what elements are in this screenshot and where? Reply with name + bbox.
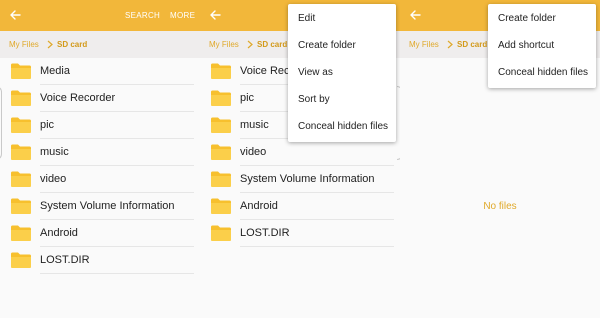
folder-name: music <box>40 146 69 158</box>
folder-icon <box>211 117 231 133</box>
folder-icon <box>211 171 231 187</box>
folder-row[interactable]: System Volume Information <box>200 166 400 193</box>
folder-icon <box>11 63 31 79</box>
folder-icon <box>11 225 31 241</box>
back-arrow-icon[interactable] <box>208 8 222 22</box>
folder-name: LOST.DIR <box>40 254 90 266</box>
folder-icon <box>211 90 231 106</box>
folder-row[interactable]: LOST.DIR <box>0 247 200 274</box>
folder-row[interactable]: pic <box>0 112 200 139</box>
folder-icon <box>11 90 31 106</box>
folder-row[interactable]: video <box>200 139 400 166</box>
menu-item[interactable]: Conceal hidden files <box>288 113 396 140</box>
menu-item-label: Conceal hidden files <box>298 121 389 132</box>
breadcrumb-my-files[interactable]: My Files <box>9 40 39 49</box>
folder-row[interactable]: LOST.DIR <box>200 220 400 247</box>
folder-name: Android <box>40 227 78 239</box>
folder-name: LOST.DIR <box>240 227 290 239</box>
folder-name: Voice Recorder <box>40 92 116 104</box>
screens: SEARCH MORE My Files SD card Media Voice … <box>0 0 600 318</box>
screen-file-list: SEARCH MORE My Files SD card Media Voice … <box>0 0 200 318</box>
folder-icon <box>11 198 31 214</box>
folder-name: music <box>240 119 269 131</box>
overflow-menu: Create folder Add shortcut Conceal hidden … <box>488 4 596 88</box>
row-divider <box>40 273 194 274</box>
menu-item-label: View as <box>298 67 333 78</box>
app-bar: SEARCH MORE <box>0 0 200 31</box>
folder-row[interactable]: System Volume Information <box>0 193 200 220</box>
screen-more-menu: My Files SD card Voice Recorder pic music v… <box>200 0 403 318</box>
overflow-menu: Edit Create folder View as Sort by Conceal h… <box>288 4 396 142</box>
menu-item[interactable]: Edit <box>288 5 396 32</box>
folder-row[interactable]: music <box>0 139 200 166</box>
back-arrow-icon[interactable] <box>408 8 422 22</box>
empty-state-text: No files <box>483 201 517 212</box>
folder-row[interactable]: Android <box>0 220 200 247</box>
folder-icon <box>211 225 231 241</box>
folder-row[interactable]: video <box>0 166 200 193</box>
folder-name: Media <box>40 65 70 77</box>
folder-icon <box>11 171 31 187</box>
menu-item[interactable]: Add shortcut <box>488 32 596 59</box>
search-button[interactable]: SEARCH <box>125 11 160 20</box>
menu-item[interactable]: View as <box>288 59 396 86</box>
folder-name: video <box>240 146 267 158</box>
folder-icon <box>211 198 231 214</box>
folder-row[interactable]: Media <box>0 58 200 85</box>
folder-row[interactable]: Voice Recorder <box>0 85 200 112</box>
folder-icon <box>211 63 231 79</box>
folder-icon <box>11 252 31 268</box>
folder-name: pic <box>240 92 255 104</box>
menu-item[interactable]: Create folder <box>488 5 596 32</box>
folder-icon <box>11 117 31 133</box>
menu-item[interactable]: Conceal hidden files <box>488 59 596 86</box>
breadcrumb-sd-card[interactable]: SD card <box>457 40 487 49</box>
menu-item-label: Create folder <box>298 40 356 51</box>
scroll-edge-indicator <box>0 86 2 160</box>
row-divider <box>240 246 394 247</box>
folder-name: pic <box>40 119 55 131</box>
screen-empty-folder: My Files SD card No files Create folder A… <box>400 0 600 318</box>
menu-item-label: Sort by <box>298 94 330 105</box>
chevron-right-icon <box>247 40 253 49</box>
folder-name: System Volume Information <box>240 173 375 185</box>
more-button[interactable]: MORE <box>170 11 195 20</box>
folder-name: Android <box>240 200 278 212</box>
menu-item-label: Create folder <box>498 13 556 24</box>
breadcrumb: My Files SD card <box>0 31 200 58</box>
breadcrumb-sd-card[interactable]: SD card <box>257 40 287 49</box>
breadcrumb-my-files[interactable]: My Files <box>409 40 439 49</box>
folder-row[interactable]: Android <box>200 193 400 220</box>
menu-item[interactable]: Sort by <box>288 86 396 113</box>
folder-icon <box>211 144 231 160</box>
menu-item-label: Edit <box>298 13 316 24</box>
menu-item[interactable]: Create folder <box>288 32 396 59</box>
folder-name: System Volume Information <box>40 200 175 212</box>
breadcrumb-sd-card[interactable]: SD card <box>57 40 87 49</box>
folder-icon <box>11 144 31 160</box>
menu-item-label: Add shortcut <box>498 40 555 51</box>
breadcrumb-my-files[interactable]: My Files <box>209 40 239 49</box>
folder-name: video <box>40 173 67 185</box>
chevron-right-icon <box>47 40 53 49</box>
chevron-right-icon <box>447 40 453 49</box>
menu-item-label: Conceal hidden files <box>498 67 589 78</box>
back-arrow-icon[interactable] <box>8 8 22 22</box>
